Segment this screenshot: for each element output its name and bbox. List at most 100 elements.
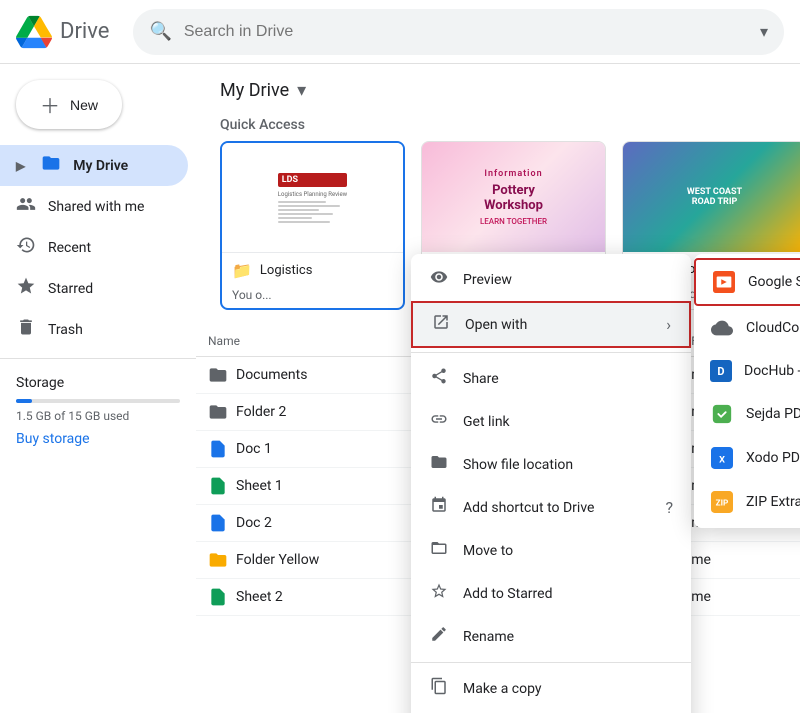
ctx-make-copy-label: Make a copy (463, 681, 542, 697)
ctx-show-location[interactable]: Show file location (411, 443, 691, 486)
main-content: My Drive ▾ Quick Access LDS Logistics Pl… (196, 64, 800, 713)
rename-icon (429, 625, 449, 648)
xodo-label: Xodo PDF Reader & Annotator (746, 450, 800, 466)
ctx-divider-2 (411, 662, 691, 663)
sidebar-item-starred[interactable]: Starred (0, 268, 188, 309)
cloudconvert-icon (710, 316, 734, 340)
ctx-rename[interactable]: Rename (411, 615, 691, 658)
star-icon (429, 582, 449, 605)
link-icon (429, 410, 449, 433)
search-dropdown-icon[interactable]: ▾ (760, 22, 768, 41)
ctx-add-shortcut-label: Add shortcut to Drive (463, 500, 594, 516)
page-title: My Drive (220, 80, 289, 101)
logo-text: Drive (60, 19, 109, 44)
shared-icon (16, 194, 36, 219)
slides-label: Google Slides (748, 274, 800, 290)
ctx-add-starred[interactable]: Add to Starred (411, 572, 691, 615)
copy-icon (429, 677, 449, 700)
ctx-share[interactable]: Share (411, 357, 691, 400)
card-thumb-pottery: Information PotteryWorkshop LEARN TOGETH… (422, 142, 605, 252)
ctx-make-copy[interactable]: Make a copy (411, 667, 691, 710)
my-drive-icon (41, 153, 61, 178)
sejda-label: Sejda PDF (746, 406, 800, 422)
trash-label: Trash (48, 322, 83, 338)
quick-access-label: Quick Access (196, 109, 800, 141)
submenu-dochub[interactable]: D DocHub - PDF Sign and Edit (694, 350, 800, 392)
trash-icon (16, 317, 36, 342)
ctx-open-with[interactable]: Open with (411, 301, 691, 348)
card-thumb-photo: WEST COASTROAD TRIP (623, 142, 800, 252)
sidebar-item-trash[interactable]: Trash (0, 309, 188, 350)
sidebar-item-my-drive[interactable]: ▶ My Drive (0, 145, 188, 186)
sidebar-item-shared[interactable]: Shared with me (0, 186, 188, 227)
photo-visual: WEST COASTROAD TRIP (623, 142, 800, 252)
storage-section: Storage 1.5 GB of 15 GB used Buy storage (0, 367, 196, 455)
recent-label: Recent (48, 240, 91, 256)
ctx-preview[interactable]: Preview (411, 258, 691, 301)
folder-icon-logistics: 📁 (232, 261, 252, 280)
context-menu: Preview Open with Share Get link (411, 254, 691, 713)
slides-icon (712, 270, 736, 294)
sidebar: ＋ New ▶ My Drive Shared with me Recent (0, 64, 196, 713)
drive-logo-icon (16, 14, 52, 50)
file-icon (208, 402, 228, 422)
plus-icon: ＋ (40, 90, 60, 119)
search-input[interactable] (184, 23, 748, 41)
size-cell: me (679, 579, 800, 616)
svg-text:X: X (719, 456, 725, 466)
shortcut-icon (429, 496, 449, 519)
submenu-xodo[interactable]: X Xodo PDF Reader & Annotator (694, 436, 800, 480)
share-icon (429, 367, 449, 390)
submenu-zip[interactable]: ZIP ZIP Extractor (694, 480, 800, 524)
pottery-visual: Information PotteryWorkshop LEARN TOGETH… (422, 142, 605, 252)
storage-label: Storage (16, 375, 180, 391)
my-drive-label: My Drive (73, 158, 128, 174)
col-name: Name (196, 326, 438, 357)
file-icon (208, 513, 228, 533)
ctx-preview-label: Preview (463, 272, 512, 288)
file-icon (208, 587, 228, 607)
card-name-logistics: Logistics (260, 263, 313, 278)
zip-icon: ZIP (710, 490, 734, 514)
submenu-sejda[interactable]: Sejda PDF (694, 392, 800, 436)
card-logistics[interactable]: LDS Logistics Planning Review 📁 (220, 141, 405, 310)
storage-fill (16, 399, 32, 403)
ctx-add-shortcut[interactable]: Add shortcut to Drive ? (411, 486, 691, 529)
dochub-icon: D (710, 360, 732, 382)
ctx-share-label: Share (463, 371, 499, 387)
ctx-rename-label: Rename (463, 629, 514, 645)
main-layout: ＋ New ▶ My Drive Shared with me Recent (0, 64, 800, 713)
sidebar-divider (0, 358, 196, 359)
new-button[interactable]: ＋ New (16, 80, 122, 129)
card-footer-logistics: 📁 Logistics (222, 253, 403, 288)
submenu-google-slides[interactable]: Google Slides (694, 258, 800, 306)
size-cell: me (679, 542, 800, 579)
ctx-move-to[interactable]: Move to (411, 529, 691, 572)
card-sub-logistics: You o... (222, 288, 403, 308)
ctx-add-starred-label: Add to Starred (463, 586, 552, 602)
file-icon (208, 550, 228, 570)
drive-dropdown-icon[interactable]: ▾ (297, 80, 306, 101)
file-icon (208, 439, 228, 459)
lds-badge: LDS (278, 173, 347, 187)
open-with-icon (431, 313, 451, 336)
logo: Drive (16, 14, 109, 50)
xodo-icon: X (710, 446, 734, 470)
ctx-get-link-label: Get link (463, 414, 510, 430)
shared-label: Shared with me (48, 199, 144, 215)
starred-label: Starred (48, 281, 93, 297)
ctx-get-link[interactable]: Get link (411, 400, 691, 443)
ctx-divider-1 (411, 352, 691, 353)
svg-text:ZIP: ZIP (716, 499, 729, 509)
sidebar-item-recent[interactable]: Recent (0, 227, 188, 268)
dochub-label: DocHub - PDF Sign and Edit (744, 363, 800, 379)
card-thumb-logistics: LDS Logistics Planning Review (222, 143, 403, 253)
chevron-icon: ▶ (16, 159, 25, 173)
search-bar[interactable]: 🔍 ▾ (133, 9, 784, 55)
preview-icon (429, 268, 449, 291)
new-label: New (70, 97, 98, 113)
buy-storage-link[interactable]: Buy storage (16, 431, 180, 447)
submenu-cloudconvert[interactable]: CloudConvert (694, 306, 800, 350)
ctx-open-with-label: Open with (465, 317, 527, 333)
folder-location-icon (429, 453, 449, 476)
